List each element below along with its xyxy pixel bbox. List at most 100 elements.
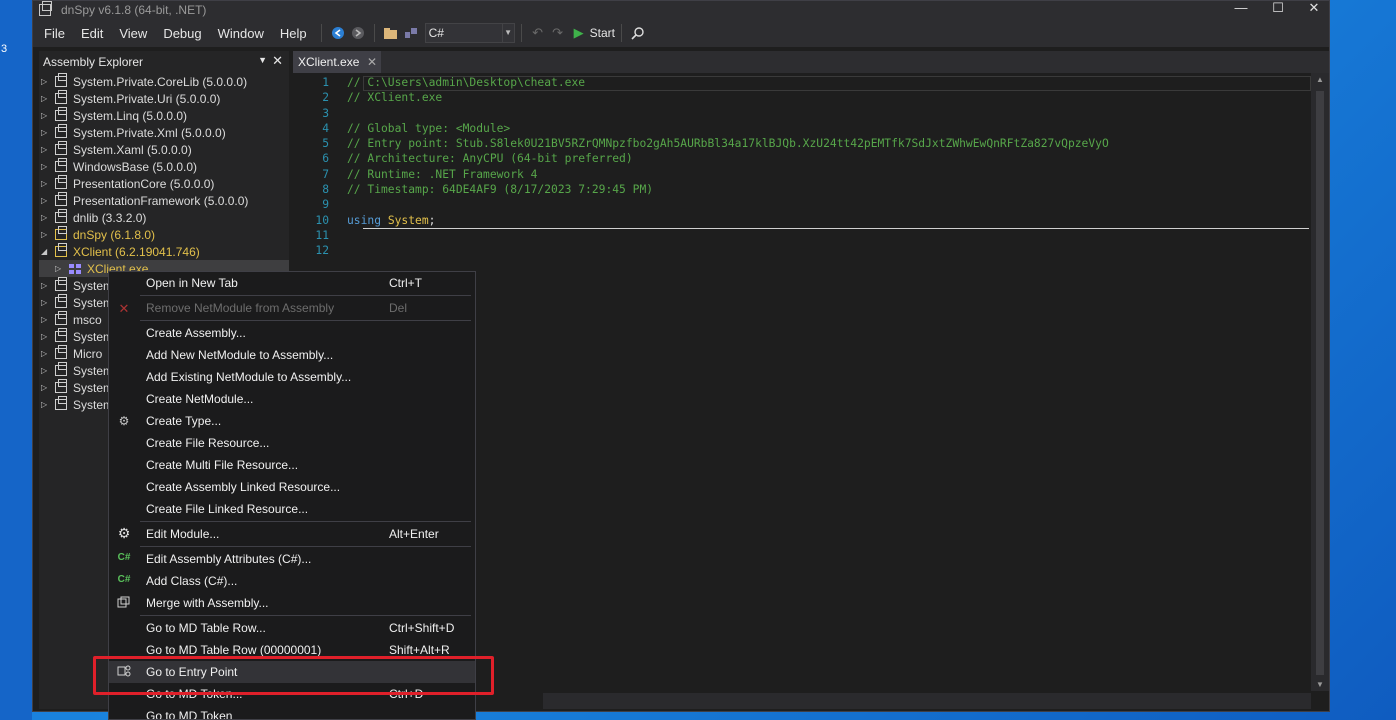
- tree-item-label: System: [73, 363, 114, 378]
- expand-arrow-icon[interactable]: ▷: [39, 230, 51, 239]
- assembly-icon: [55, 328, 67, 342]
- menu-open-new-tab[interactable]: Open in New Tab Ctrl+T: [109, 272, 475, 294]
- expand-arrow-icon[interactable]: ▷: [39, 128, 51, 137]
- language-select[interactable]: C# ▼: [424, 23, 515, 43]
- menu-create-type[interactable]: ⚙ Create Type...: [109, 410, 475, 432]
- expand-arrow-icon[interactable]: ▷: [39, 366, 51, 375]
- menu-edit-module[interactable]: ⚙ Edit Module... Alt+Enter: [109, 523, 475, 545]
- line-number: 8: [322, 183, 329, 197]
- expand-arrow-icon[interactable]: ▷: [39, 162, 51, 171]
- menu-item-label: Create Assembly...: [146, 326, 246, 340]
- expand-arrow-icon[interactable]: ▷: [39, 94, 51, 103]
- vertical-scrollbar[interactable]: ▲ ▼: [1311, 73, 1329, 691]
- expand-arrow-icon[interactable]: ▷: [39, 179, 51, 188]
- expand-arrow-icon[interactable]: ▷: [53, 264, 65, 273]
- scrollbar-thumb[interactable]: [1316, 91, 1324, 675]
- toolbar-separator: [320, 24, 322, 42]
- remove-x-icon: ✕: [118, 301, 130, 316]
- menu-edit-assembly-attributes[interactable]: C# Edit Assembly Attributes (C#)...: [109, 548, 475, 570]
- menu-go-to-md-token-partial[interactable]: Go to MD Token: [109, 705, 475, 719]
- tab-xclient[interactable]: XClient.exe ✕: [293, 51, 381, 73]
- tree-item-label: dnSpy (6.1.8.0): [73, 227, 156, 242]
- expand-arrow-icon[interactable]: ▷: [39, 111, 51, 120]
- tree-item[interactable]: ▷ System.Linq (5.0.0.0): [39, 107, 289, 124]
- maximize-button[interactable]: ☐: [1261, 1, 1295, 19]
- menu-merge-with-assembly[interactable]: Merge with Assembly...: [109, 592, 475, 614]
- menu-add-existing-netmodule[interactable]: Add Existing NetModule to Assembly...: [109, 366, 475, 388]
- menu-add-new-netmodule[interactable]: Add New NetModule to Assembly...: [109, 344, 475, 366]
- tree-item[interactable]: ▷ PresentationFramework (5.0.0.0): [39, 192, 289, 209]
- code-line: 2 // XClient.exe: [293, 90, 1109, 105]
- desktop-background: 3: [0, 0, 32, 720]
- scroll-up-icon[interactable]: ▲: [1311, 75, 1329, 84]
- menu-create-assembly[interactable]: Create Assembly...: [109, 322, 475, 344]
- horizontal-scrollbar[interactable]: [543, 693, 1311, 709]
- menu-edit[interactable]: Edit: [73, 26, 111, 41]
- menu-add-class[interactable]: C# Add Class (C#)...: [109, 570, 475, 592]
- assembly-icon: [55, 243, 67, 257]
- menu-help[interactable]: Help: [272, 26, 315, 41]
- tree-item[interactable]: ▷ System.Xaml (5.0.0.0): [39, 141, 289, 158]
- menu-create-file-linked-resource[interactable]: Create File Linked Resource...: [109, 498, 475, 520]
- expand-arrow-icon[interactable]: ▷: [39, 383, 51, 392]
- tree-item-label: System.Linq (5.0.0.0): [73, 108, 188, 123]
- collapse-arrow-icon[interactable]: ◢: [39, 247, 51, 256]
- line-number: 12: [315, 244, 329, 258]
- scroll-down-icon[interactable]: ▼: [1311, 680, 1329, 689]
- expand-arrow-icon[interactable]: ▷: [39, 315, 51, 324]
- menu-create-netmodule[interactable]: Create NetModule...: [109, 388, 475, 410]
- module-icon: [69, 263, 81, 274]
- assembly-icon: [55, 311, 67, 325]
- expand-arrow-icon[interactable]: ▷: [39, 196, 51, 205]
- minimize-button[interactable]: —: [1224, 1, 1258, 19]
- expand-arrow-icon[interactable]: ▷: [39, 213, 51, 222]
- panel-close-icon[interactable]: ✕: [272, 53, 283, 69]
- forward-icon[interactable]: [348, 23, 368, 43]
- gear-icon: ⚙: [117, 525, 131, 541]
- assembly-icon: [55, 73, 67, 87]
- panel-dropdown-icon[interactable]: ▼: [258, 55, 267, 65]
- menu-window[interactable]: Window: [210, 26, 272, 41]
- tree-item[interactable]: ◢ XClient (6.2.19041.746): [39, 243, 289, 260]
- assembly-icon: [55, 226, 67, 240]
- menu-debug[interactable]: Debug: [155, 26, 209, 41]
- expand-arrow-icon[interactable]: ▷: [39, 298, 51, 307]
- start-button[interactable]: ▶ Start: [574, 25, 615, 41]
- expand-arrow-icon[interactable]: ▷: [39, 77, 51, 86]
- menu-create-assembly-linked-resource[interactable]: Create Assembly Linked Resource...: [109, 476, 475, 498]
- menu-remove-netmodule[interactable]: ✕ Remove NetModule from Assembly Del: [109, 297, 475, 319]
- search-icon[interactable]: [628, 23, 648, 43]
- tree-item-label: System: [73, 380, 114, 395]
- tree-item[interactable]: ▷ dnlib (3.3.2.0): [39, 209, 289, 226]
- tree-item-label: System: [73, 329, 114, 344]
- code-comment: // XClient.exe: [347, 91, 443, 105]
- open-list-icon[interactable]: [401, 23, 421, 43]
- expand-arrow-icon[interactable]: ▷: [39, 145, 51, 154]
- undo-icon[interactable]: ↶: [528, 23, 548, 43]
- menu-view[interactable]: View: [111, 26, 155, 41]
- expand-arrow-icon[interactable]: ▷: [39, 332, 51, 341]
- menu-create-file-resource[interactable]: Create File Resource...: [109, 432, 475, 454]
- open-folder-icon[interactable]: [381, 23, 401, 43]
- menu-create-multi-file-resource[interactable]: Create Multi File Resource...: [109, 454, 475, 476]
- tree-item[interactable]: ▷ dnSpy (6.1.8.0): [39, 226, 289, 243]
- tab-close-icon[interactable]: ✕: [367, 55, 377, 69]
- code-line: 4 // Global type: <Module>: [293, 121, 1109, 136]
- expand-arrow-icon[interactable]: ▷: [39, 281, 51, 290]
- close-button[interactable]: ✕: [1297, 1, 1331, 19]
- expand-arrow-icon[interactable]: ▷: [39, 400, 51, 409]
- tree-item[interactable]: ▷ System.Private.Xml (5.0.0.0): [39, 124, 289, 141]
- tree-item[interactable]: ▷ PresentationCore (5.0.0.0): [39, 175, 289, 192]
- expand-arrow-icon[interactable]: ▷: [39, 349, 51, 358]
- menu-go-to-md-table-row[interactable]: Go to MD Table Row... Ctrl+Shift+D: [109, 617, 475, 639]
- assembly-icon: [55, 158, 67, 172]
- window-title: dnSpy v6.1.8 (64-bit, .NET): [61, 3, 207, 17]
- tree-item-label: System: [73, 295, 114, 310]
- tree-item-label: WindowsBase (5.0.0.0): [73, 159, 198, 174]
- back-icon[interactable]: [328, 23, 348, 43]
- tree-item[interactable]: ▷ WindowsBase (5.0.0.0): [39, 158, 289, 175]
- redo-icon[interactable]: ↷: [548, 23, 568, 43]
- menu-file[interactable]: File: [36, 26, 73, 41]
- tree-item[interactable]: ▷ System.Private.Uri (5.0.0.0): [39, 90, 289, 107]
- tree-item[interactable]: ▷ System.Private.CoreLib (5.0.0.0): [39, 73, 289, 90]
